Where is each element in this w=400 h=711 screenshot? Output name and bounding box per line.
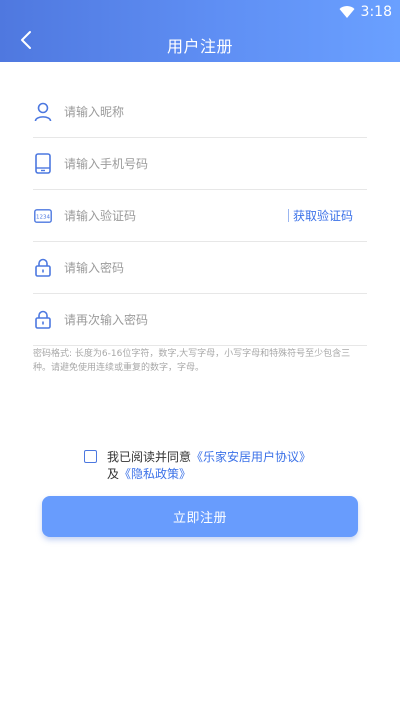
nickname-row <box>33 86 367 138</box>
password-row <box>33 242 367 294</box>
status-time: 3:18 <box>360 4 392 20</box>
page-title: 用户注册 <box>166 37 233 56</box>
agree-checkbox[interactable] <box>84 450 97 463</box>
agreement-and: 及 <box>107 467 120 481</box>
phone-row <box>33 138 367 190</box>
user-icon <box>34 101 52 123</box>
svg-text:1234: 1234 <box>36 214 50 220</box>
confirm-password-row <box>33 294 367 346</box>
agreement-text: 我已阅读并同意《乐家安居用户协议》 及《隐私政策》 <box>107 449 347 483</box>
register-form: 1234 获取验证码 <box>33 86 367 346</box>
user-agreement-link[interactable]: 《乐家安居用户协议》 <box>191 450 311 464</box>
status-bar: 3:18 <box>339 2 392 22</box>
code-input[interactable] <box>64 201 274 230</box>
app-header: 3:18 用户注册 <box>0 0 400 62</box>
phone-icon <box>34 153 52 175</box>
wifi-icon <box>339 6 355 19</box>
divider <box>288 209 289 222</box>
code-icon: 1234 <box>34 205 52 227</box>
confirm-password-input[interactable] <box>64 305 274 334</box>
lock-icon <box>34 257 52 279</box>
password-hint: 密码格式: 长度为6-16位字符，数字,大写字母，小写字母和特殊符号至少包含三种… <box>33 349 351 373</box>
lock-icon <box>34 309 52 331</box>
register-button[interactable]: 立即注册 <box>42 496 358 537</box>
password-input[interactable] <box>64 253 274 282</box>
code-row: 1234 获取验证码 <box>33 190 367 242</box>
nickname-input[interactable] <box>64 97 274 126</box>
agreement-prefix: 我已阅读并同意 <box>107 450 192 464</box>
privacy-policy-link[interactable]: 《隐私政策》 <box>119 467 191 481</box>
get-code-button[interactable]: 获取验证码 <box>293 207 353 224</box>
phone-input[interactable] <box>64 149 274 178</box>
